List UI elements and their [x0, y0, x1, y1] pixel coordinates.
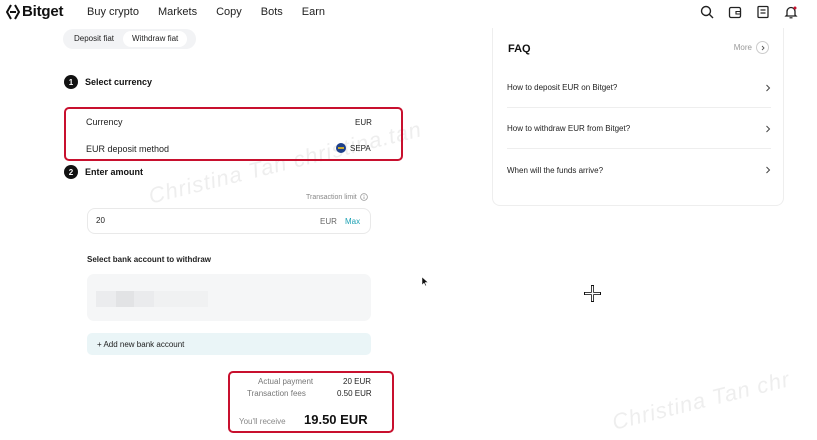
transaction-fees-value: 0.50 EUR	[337, 389, 372, 398]
faq-more-link[interactable]: More	[734, 41, 769, 54]
info-icon	[359, 193, 368, 201]
crosshair-cursor-icon	[584, 285, 601, 302]
search-icon[interactable]	[699, 4, 715, 20]
step-select-currency: 1 Select currency	[64, 75, 152, 89]
amount-input[interactable]	[96, 216, 246, 225]
actual-payment-value: 20 EUR	[343, 377, 372, 386]
faq-title: FAQ	[508, 43, 531, 55]
faq-question: When will the funds arrive?	[507, 165, 604, 175]
deposit-method-value: SEPA	[350, 143, 371, 153]
brand-logo[interactable]: Bitget	[6, 3, 63, 20]
redacted-account	[116, 291, 134, 307]
nav-copy[interactable]: Copy	[216, 6, 242, 18]
step-enter-amount: 2 Enter amount	[64, 165, 143, 179]
tab-deposit-fiat[interactable]: Deposit fiat	[65, 31, 124, 47]
faq-item[interactable]: How to withdraw EUR from Bitget?	[507, 109, 771, 149]
actual-payment-label: Actual payment	[258, 377, 314, 386]
max-button[interactable]: Max	[345, 217, 360, 226]
chevron-right-icon	[766, 84, 771, 91]
currency-label: Currency	[86, 117, 123, 127]
transaction-limit-label: Transaction limit	[306, 193, 357, 201]
watermark: Christina Tan chr	[609, 366, 793, 435]
mouse-pointer-icon	[421, 276, 429, 287]
currency-select[interactable]: EUR	[355, 118, 372, 127]
receive-label: You'll receive	[239, 417, 286, 426]
fiat-tabs: Deposit fiat Withdraw fiat	[63, 29, 196, 49]
wallet-icon[interactable]	[727, 4, 743, 20]
bank-account-option[interactable]	[87, 274, 371, 321]
nav-earn[interactable]: Earn	[302, 6, 325, 18]
amount-field[interactable]: EUR Max	[87, 208, 371, 234]
chevron-right-icon	[756, 41, 769, 54]
add-bank-account-button[interactable]: + Add new bank account	[87, 333, 371, 355]
orders-icon[interactable]	[755, 4, 771, 20]
nav-bots[interactable]: Bots	[261, 6, 283, 18]
bank-section-title: Select bank account to withdraw	[87, 255, 212, 264]
nav-buy-crypto[interactable]: Buy crypto	[87, 6, 139, 18]
sepa-icon	[336, 143, 346, 153]
faq-panel: FAQ More How to deposit EUR on Bitget? H…	[492, 28, 784, 206]
transaction-limit[interactable]: Transaction limit	[306, 193, 368, 201]
step-title: Select currency	[85, 77, 153, 87]
deposit-method-label: EUR deposit method	[86, 144, 170, 154]
faq-question: How to withdraw EUR from Bitget?	[507, 124, 631, 133]
step-number: 2	[64, 165, 78, 179]
redacted-account	[154, 291, 208, 307]
bell-icon[interactable]	[783, 4, 799, 20]
receive-value: 19.50 EUR	[304, 412, 368, 427]
top-nav: Bitget Buy crypto Markets Copy Bots Earn	[0, 0, 817, 26]
bitget-logo-icon	[6, 4, 20, 19]
nav-markets[interactable]: Markets	[158, 6, 197, 18]
chevron-right-icon	[766, 166, 771, 174]
faq-item[interactable]: How to deposit EUR on Bitget?	[507, 68, 771, 108]
faq-item[interactable]: When will the funds arrive?	[507, 150, 771, 190]
redacted-account	[96, 291, 116, 307]
brand-name: Bitget	[22, 3, 64, 20]
tab-withdraw-fiat[interactable]: Withdraw fiat	[123, 31, 188, 47]
deposit-method-select[interactable]: SEPA	[336, 143, 371, 153]
redacted-account	[134, 291, 154, 307]
faq-question: How to deposit EUR on Bitget?	[507, 83, 618, 92]
amount-currency: EUR	[320, 217, 337, 226]
faq-more-label: More	[733, 43, 752, 52]
chevron-right-icon	[766, 125, 771, 132]
step-title: Enter amount	[85, 167, 144, 177]
step-number: 1	[64, 75, 78, 89]
transaction-fees-label: Transaction fees	[247, 389, 306, 398]
